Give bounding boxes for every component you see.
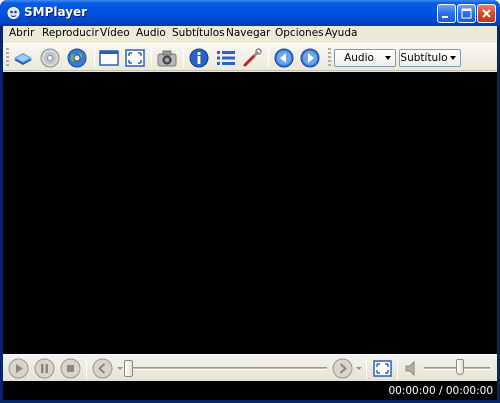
fullscreen-icon[interactable]	[124, 47, 146, 69]
menu-navegar[interactable]: Navegar	[226, 27, 270, 39]
time-display: 00:00:00 / 00:00:00	[388, 385, 493, 397]
pause-icon[interactable]	[34, 358, 55, 379]
audio-track-label: Audio	[344, 52, 374, 64]
title-bar[interactable]: SMPlayer	[0, 0, 500, 26]
rewind-icon[interactable]	[92, 358, 113, 379]
menu-video[interactable]: Vídeo	[100, 27, 130, 39]
info-icon[interactable]	[188, 47, 210, 69]
audio-track-dropdown[interactable]: Audio	[334, 49, 396, 67]
control-separator	[366, 359, 367, 379]
chevron-down-icon	[385, 56, 391, 60]
menu-ayuda[interactable]: Ayuda	[325, 27, 357, 39]
previous-icon[interactable]	[273, 47, 295, 69]
menu-audio[interactable]: Audio	[136, 27, 166, 39]
forward-icon[interactable]	[332, 358, 353, 379]
volume-icon[interactable]	[402, 358, 423, 379]
control-separator	[397, 359, 398, 379]
main-toolbar: Audio Subtítulo	[3, 43, 497, 71]
menu-subtitulos[interactable]: Subtítulos	[172, 27, 225, 39]
control-separator	[86, 359, 87, 379]
open-url-icon[interactable]	[66, 47, 88, 69]
forward-menu-icon[interactable]	[355, 358, 363, 379]
toolbar-separator	[183, 48, 184, 68]
seek-bar[interactable]	[127, 367, 327, 370]
rewind-menu-icon[interactable]	[116, 358, 124, 379]
toolbar-separator	[151, 48, 152, 68]
toolbar-grip[interactable]	[328, 48, 331, 68]
stop-icon[interactable]	[60, 358, 81, 379]
menu-opciones[interactable]: Opciones	[275, 27, 324, 39]
minimize-icon	[442, 16, 448, 18]
video-area[interactable]	[3, 72, 497, 354]
smplayer-logo-icon	[7, 7, 20, 19]
open-file-icon[interactable]	[12, 47, 34, 69]
subtitle-track-dropdown[interactable]: Subtítulo	[399, 49, 461, 67]
play-icon[interactable]	[8, 358, 29, 379]
menu-reproducir[interactable]: Reproducir	[42, 27, 99, 39]
screenshot-icon[interactable]	[156, 47, 178, 69]
menu-bar: Abrir Reproducir Vídeo Audio Subtítulos …	[3, 26, 497, 42]
toolbar-grip[interactable]	[6, 48, 9, 68]
minimize-button[interactable]	[437, 4, 456, 23]
toolbar-separator	[268, 48, 269, 68]
next-icon[interactable]	[299, 47, 321, 69]
fullscreen-toggle-icon[interactable]	[372, 358, 393, 379]
status-bar: 00:00:00 / 00:00:00	[3, 381, 497, 400]
control-bar	[3, 354, 497, 381]
compact-view-icon[interactable]	[98, 47, 120, 69]
window-frame: Abrir Reproducir Vídeo Audio Subtítulos …	[3, 26, 497, 400]
volume-slider-handle[interactable]	[455, 359, 464, 375]
open-dvd-icon[interactable]	[39, 47, 61, 69]
menu-abrir[interactable]: Abrir	[9, 27, 34, 39]
maximize-button[interactable]	[457, 4, 476, 23]
close-button[interactable]	[477, 4, 496, 23]
toolbar-separator	[94, 48, 95, 68]
main-window: SMPlayer Abrir Reproducir Vídeo Audio Su…	[0, 0, 500, 403]
maximize-icon	[461, 8, 472, 19]
playlist-icon[interactable]	[215, 47, 237, 69]
chevron-down-icon	[450, 56, 456, 60]
subtitle-track-label: Subtítulo	[400, 52, 448, 64]
close-icon	[482, 9, 491, 18]
seek-bar-handle[interactable]	[124, 360, 133, 377]
preferences-icon[interactable]	[241, 47, 263, 69]
window-title: SMPlayer	[24, 5, 88, 19]
